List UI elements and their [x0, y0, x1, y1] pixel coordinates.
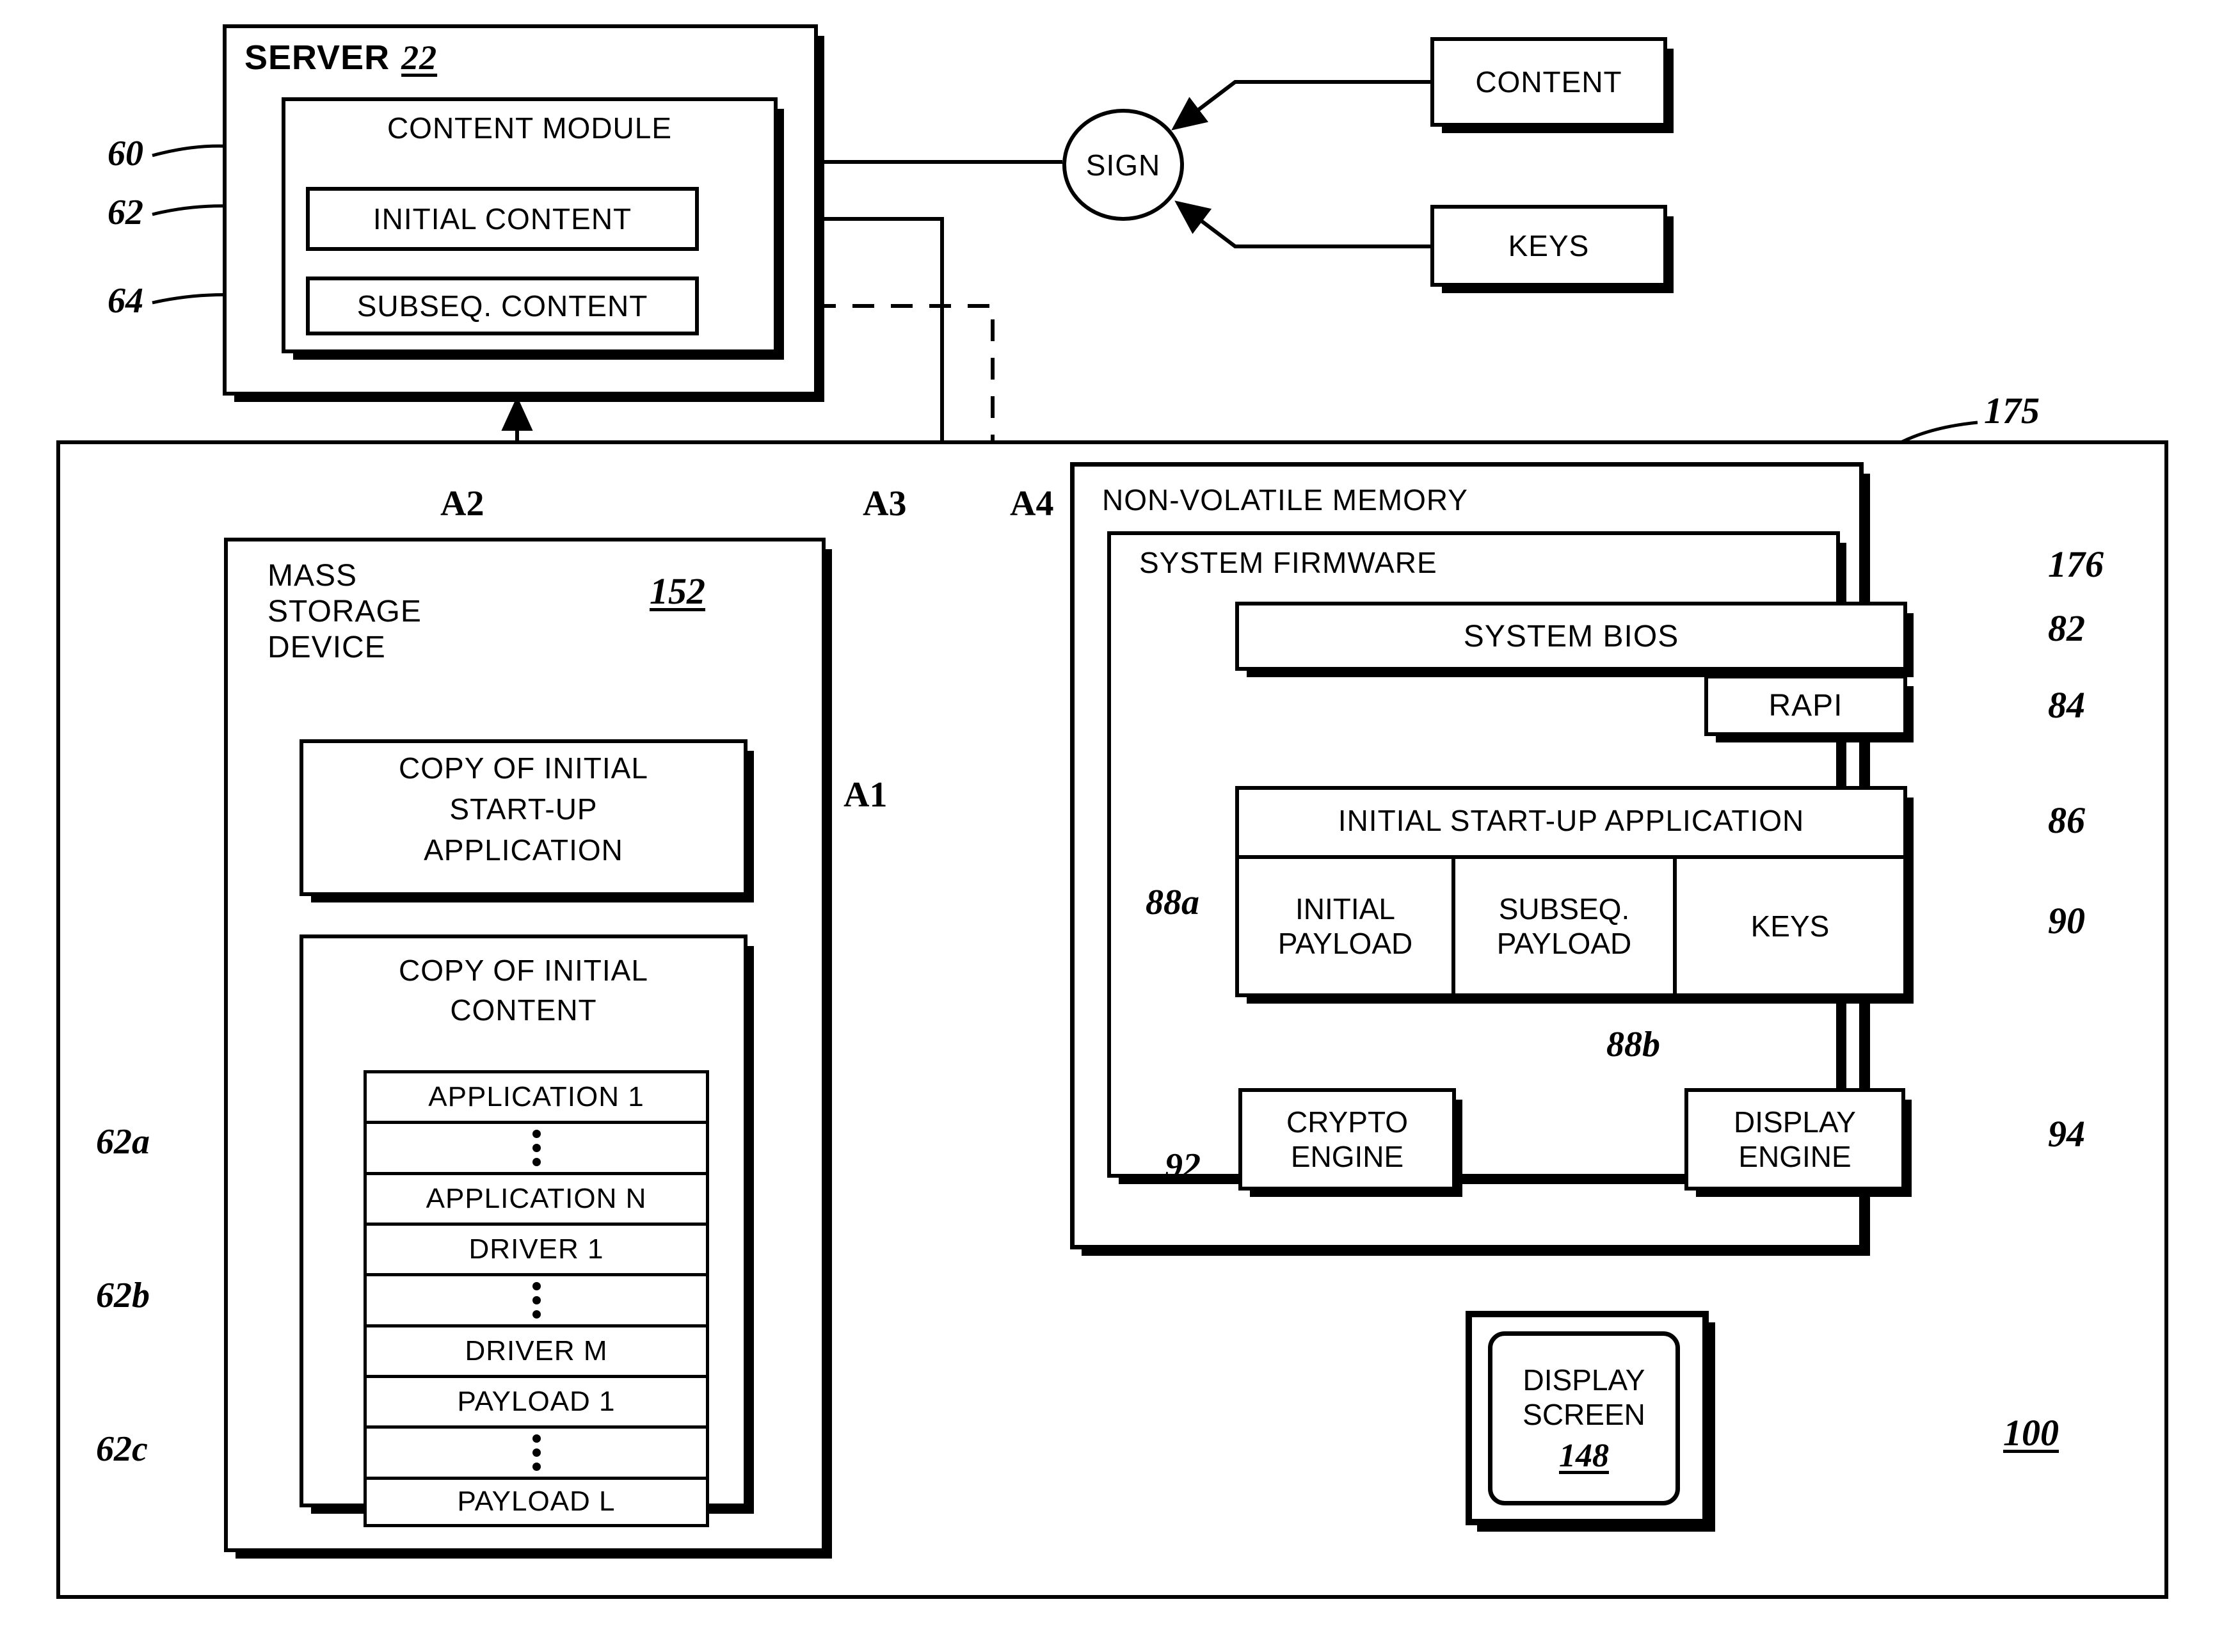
initial-payload-line2: PAYLOAD [1277, 927, 1413, 960]
list-item-label: PAYLOAD L [457, 1486, 616, 1518]
list-item-label: DRIVER M [465, 1335, 608, 1367]
display-engine-label: DISPLAY ENGINE [1684, 1088, 1905, 1191]
subseq-payload-line2: PAYLOAD [1496, 927, 1632, 960]
vertical-ellipsis-icon [367, 1434, 706, 1471]
list-item[interactable]: DRIVER M [364, 1324, 709, 1375]
system-bios-label: SYSTEM BIOS [1463, 619, 1679, 654]
ref-62: 62 [108, 193, 143, 232]
ref-88a: 88a [1146, 883, 1199, 922]
ref-62a: 62a [96, 1122, 150, 1162]
ref-176: 176 [2048, 543, 2104, 585]
mass-storage-title-3: DEVICE [268, 630, 386, 664]
list-item[interactable] [364, 1273, 709, 1324]
ref-94: 94 [2048, 1113, 2085, 1155]
list-item[interactable] [364, 1121, 709, 1172]
ref-152: 152 [650, 570, 705, 612]
copy-initial-startup-app-line3: APPLICATION [424, 833, 623, 867]
display-engine-line1: DISPLAY [1734, 1105, 1856, 1139]
copy-initial-startup-app-line1: COPY OF INITIAL [399, 751, 648, 785]
display-screen-line2: SCREEN [1523, 1397, 1645, 1431]
vertical-ellipsis-icon [367, 1281, 706, 1319]
ref-60: 60 [108, 134, 143, 173]
initial-content-list: APPLICATION 1 APPLICATION N DRIVER 1 DRIVER… [364, 1070, 709, 1527]
content-module-label: CONTENT MODULE [387, 111, 673, 145]
rapi-label: RAPI [1768, 688, 1843, 723]
list-item[interactable]: PAYLOAD L [364, 1476, 709, 1527]
list-item[interactable]: DRIVER 1 [364, 1223, 709, 1274]
list-item-label: DRIVER 1 [468, 1233, 604, 1265]
server-ref: 22 [401, 38, 438, 77]
system-firmware-title: SYSTEM FIRMWARE [1139, 546, 1437, 579]
list-item-label: PAYLOAD 1 [457, 1386, 616, 1418]
subseq-content-label: SUBSEQ. CONTENT [356, 289, 648, 323]
keys-cell-label: KEYS [1750, 910, 1830, 943]
ref-62c: 62c [96, 1429, 148, 1469]
list-item[interactable]: APPLICATION N [364, 1171, 709, 1223]
initial-content-label: INITIAL CONTENT [372, 202, 632, 236]
ref-88b: 88b [1606, 1025, 1660, 1064]
ref-86: 86 [2048, 799, 2085, 841]
patent-figure: SERVER 22 CONTENT MODULE INITIAL CONTENT… [0, 0, 2231, 1652]
ref-84: 84 [2048, 684, 2085, 726]
ref-64: 64 [108, 281, 143, 321]
display-screen-ref: 148 [1559, 1437, 1609, 1474]
initial-startup-application-label: INITIAL START-UP APPLICATION [1338, 804, 1805, 837]
flow-label-a4: A4 [1010, 484, 1054, 524]
copy-initial-startup-app-line2: START-UP [449, 792, 598, 826]
server-title: SERVER 22 [244, 35, 545, 80]
ref-90: 90 [2048, 900, 2085, 942]
ref-175: 175 [1984, 390, 2040, 431]
crypto-engine-label: CRYPTO ENGINE [1238, 1088, 1456, 1191]
display-screen-line1: DISPLAY [1523, 1363, 1645, 1397]
copy-initial-content-line1: COPY OF INITIAL [399, 954, 648, 987]
server-title-text: SERVER [244, 38, 390, 77]
subseq-payload-cell: SUBSEQ. PAYLOAD [1455, 859, 1673, 993]
ref-82: 82 [2048, 607, 2085, 649]
ref-62b: 62b [96, 1276, 150, 1315]
list-item-label: APPLICATION N [426, 1182, 647, 1214]
crypto-engine-line1: CRYPTO [1286, 1105, 1409, 1139]
flow-label-a3: A3 [863, 484, 907, 524]
initial-payload-cell: INITIAL PAYLOAD [1239, 859, 1451, 993]
list-item[interactable]: APPLICATION 1 [364, 1070, 709, 1121]
keys-cell: KEYS [1677, 859, 1903, 993]
ref-100: 100 [2003, 1412, 2059, 1454]
vertical-ellipsis-icon [367, 1129, 706, 1166]
list-item[interactable]: PAYLOAD 1 [364, 1375, 709, 1426]
display-engine-line2: ENGINE [1738, 1140, 1851, 1173]
content-source-label: CONTENT [1475, 65, 1622, 99]
display-screen-inner: DISPLAY SCREEN 148 [1488, 1331, 1680, 1505]
list-item[interactable] [364, 1425, 709, 1477]
sign-node: SIGN [1062, 109, 1184, 221]
mass-storage-title-1: MASS [268, 558, 358, 593]
flow-label-a2: A2 [440, 484, 484, 524]
subseq-payload-line1: SUBSEQ. [1498, 892, 1630, 926]
nvm-title: NON-VOLATILE MEMORY [1102, 483, 1468, 517]
sign-label: SIGN [1085, 148, 1161, 182]
flow-label-a1: A1 [844, 775, 888, 815]
crypto-engine-line2: ENGINE [1290, 1140, 1404, 1173]
list-item-label: APPLICATION 1 [428, 1081, 644, 1113]
mass-storage-title-2: STORAGE [268, 594, 422, 629]
ref-92: 92 [1165, 1146, 1201, 1186]
initial-payload-line1: INITIAL [1295, 892, 1395, 926]
copy-initial-content-line2: CONTENT [450, 993, 597, 1027]
keys-source-label: KEYS [1508, 229, 1590, 262]
